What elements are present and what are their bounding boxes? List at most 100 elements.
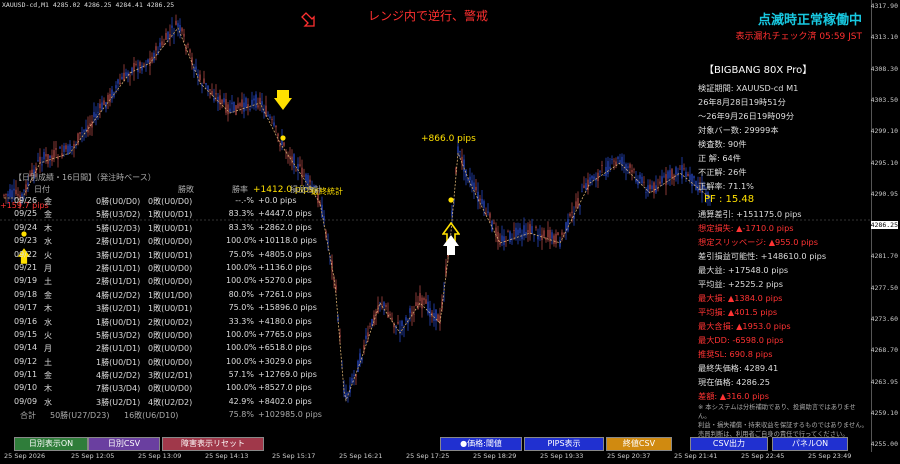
stat-row: 検証期間: XAUUSD-cd M1 bbox=[698, 83, 799, 93]
candle-body bbox=[55, 148, 57, 150]
row-dow: 月 bbox=[44, 263, 52, 273]
price-tick: 4299.10 bbox=[870, 127, 898, 136]
candle-body bbox=[235, 105, 237, 115]
candle-body bbox=[557, 232, 559, 236]
candle-body bbox=[425, 299, 427, 304]
candle-body bbox=[599, 171, 601, 173]
candle-body bbox=[141, 65, 143, 71]
candle-body bbox=[45, 154, 47, 157]
candle-body bbox=[445, 266, 447, 276]
candle-body bbox=[501, 235, 503, 242]
candle-body bbox=[249, 108, 251, 110]
panel-button[interactable]: 障害表示リセット bbox=[162, 437, 264, 451]
panel-button[interactable]: 日別CSV bbox=[88, 437, 160, 451]
disclaimer-1: ※ 本システムは分析補助であり、投資助言ではありません。 bbox=[698, 404, 856, 420]
row-dow: 金 bbox=[44, 210, 52, 220]
stat-row: 差引損益可能性: +148610.0 pips bbox=[698, 251, 827, 261]
candle-body bbox=[133, 62, 135, 72]
row-rate: 100.0% bbox=[226, 343, 257, 353]
candle-body bbox=[385, 305, 387, 307]
stat-row: 推奨SL: 690.8 pips bbox=[698, 349, 773, 359]
panel-button[interactable]: 日別表示ON bbox=[14, 437, 88, 451]
candle-body bbox=[391, 317, 393, 321]
row-rate: 57.1% bbox=[228, 370, 254, 380]
candle-body bbox=[243, 102, 245, 112]
panel-button[interactable]: PIPS表示 bbox=[524, 437, 604, 451]
candle-body bbox=[137, 67, 139, 72]
candle-body bbox=[203, 78, 205, 84]
row-wins: 4勝(U2/D2) bbox=[96, 371, 141, 381]
candle-body bbox=[171, 25, 173, 28]
candle-body bbox=[517, 229, 519, 236]
candle-body bbox=[271, 119, 273, 120]
row-pips: +15896.0 pips bbox=[258, 303, 317, 313]
panel-button[interactable]: パネルON bbox=[772, 437, 848, 451]
row-pips: +10118.0 pips bbox=[258, 236, 317, 246]
candle-body bbox=[481, 198, 483, 205]
candle-body bbox=[119, 82, 121, 85]
table-row: 09/12 土 1勝(U0/D1) 0敗(U0/D0) 100.0% +3029.0 pi… bbox=[0, 357, 340, 370]
stat-row: 平均益: +2525.2 pips bbox=[698, 279, 783, 289]
candle-body bbox=[77, 133, 79, 145]
panel-button[interactable]: 終値CSV bbox=[606, 437, 672, 451]
candle-body bbox=[535, 226, 537, 229]
candle-body bbox=[223, 98, 225, 103]
candle-body bbox=[487, 211, 489, 213]
candle-body bbox=[583, 185, 585, 189]
candle-body bbox=[261, 101, 263, 105]
candle-body bbox=[471, 180, 473, 186]
candle-body bbox=[43, 152, 45, 160]
candle-body bbox=[41, 164, 43, 166]
candle-body bbox=[195, 66, 197, 70]
candle-body bbox=[101, 102, 103, 110]
candle-body bbox=[71, 146, 73, 148]
candle-body bbox=[59, 146, 61, 149]
row-losses: 0敗(U0/D0) bbox=[148, 263, 193, 273]
candle-body bbox=[689, 174, 691, 181]
candle-body bbox=[49, 155, 51, 158]
row-dow: 月 bbox=[44, 344, 52, 354]
candle-body bbox=[419, 293, 421, 302]
candle-body bbox=[413, 313, 415, 315]
row-wins: 5勝(U3/D2) bbox=[96, 330, 141, 340]
row-date: 09/17 bbox=[14, 303, 38, 313]
candle-body bbox=[255, 94, 257, 108]
row-rate: 75.0% bbox=[228, 303, 254, 313]
row-losses: 1敗(U1/D0) bbox=[148, 290, 193, 300]
candle-body bbox=[507, 231, 509, 233]
disclaimer-2: 利益・損失補償・持来収益を保証するものではありません。 bbox=[698, 422, 868, 429]
candle-body bbox=[401, 320, 403, 327]
row-wins: 5勝(U2/D3) bbox=[96, 223, 141, 233]
candle-body bbox=[125, 72, 127, 76]
row-pips: +8527.0 pips bbox=[258, 383, 312, 393]
candle-body bbox=[551, 232, 553, 239]
header-rate: 勝率 bbox=[232, 185, 248, 194]
panel-button[interactable]: ●価格:閾値 bbox=[440, 437, 522, 451]
row-rate: --.-% bbox=[235, 196, 254, 205]
time-tick: 25 Sep 20:37 bbox=[607, 452, 651, 460]
panel-button[interactable]: CSV出力 bbox=[690, 437, 768, 451]
candle-body bbox=[257, 105, 259, 108]
status-running: 点滅時正常稼働中 bbox=[757, 13, 862, 28]
candle-body bbox=[57, 156, 59, 160]
stat-row: 通算差引: +151175.0 pips bbox=[698, 209, 802, 219]
candle-body bbox=[275, 125, 277, 128]
candle-body bbox=[473, 182, 475, 192]
candle-body bbox=[149, 58, 151, 66]
candle-body bbox=[93, 112, 95, 118]
candle-body bbox=[665, 174, 667, 186]
candle-body bbox=[673, 175, 675, 180]
candle-body bbox=[153, 52, 155, 61]
candle-body bbox=[593, 176, 595, 181]
row-rate: 75.0% bbox=[228, 249, 254, 259]
row-wins: 2勝(U1/D1) bbox=[96, 277, 141, 287]
row-wins: 1勝(U0/D1) bbox=[96, 317, 141, 327]
candle-body bbox=[629, 164, 631, 168]
candle-body bbox=[575, 201, 577, 208]
total-losses: 16敗(U6/D10) bbox=[124, 411, 179, 421]
candle-body bbox=[179, 25, 181, 32]
candle-body bbox=[79, 132, 81, 134]
row-dow: 土 bbox=[44, 277, 52, 287]
candle-body bbox=[559, 240, 561, 247]
candle-body bbox=[183, 33, 185, 37]
